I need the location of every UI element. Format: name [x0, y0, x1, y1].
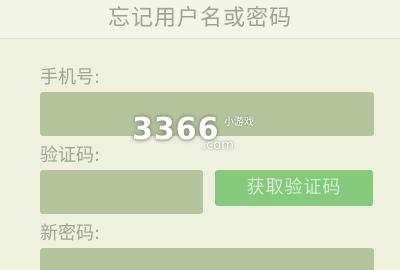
new-password-input[interactable] [40, 248, 374, 270]
header-bar: 忘记用户名或密码 [0, 0, 400, 39]
verification-code-input[interactable] [40, 170, 203, 214]
watermark-domain: .com [202, 138, 234, 153]
phone-label: 手机号: [40, 67, 101, 88]
watermark-suffix: 小游戏 [224, 117, 254, 128]
page-title: 忘记用户名或密码 [107, 6, 292, 31]
new-password-label: 新密码: [40, 223, 101, 244]
code-label: 验证码: [40, 145, 101, 166]
get-code-button[interactable]: 获取验证码 [215, 170, 373, 206]
watermark-logo: 3366 小游戏 .com [132, 112, 254, 156]
